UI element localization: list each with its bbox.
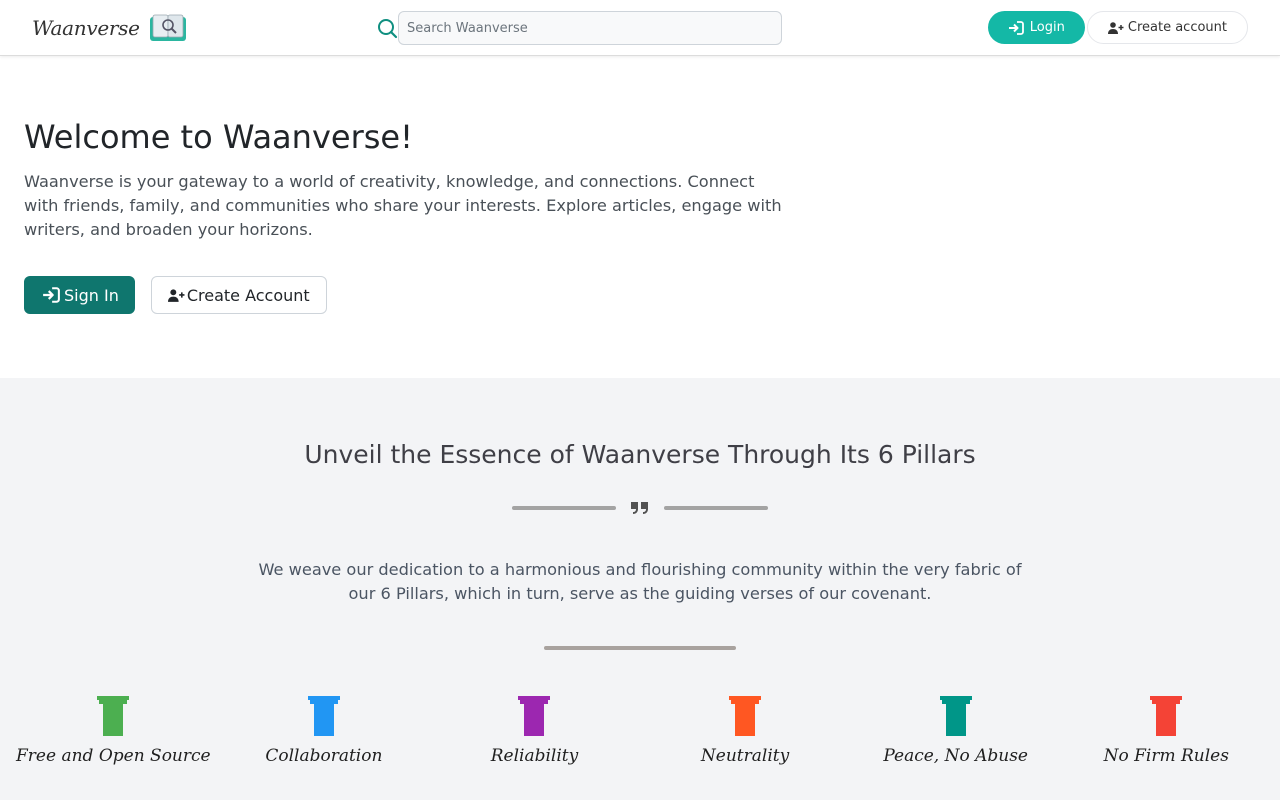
pillar-icon [939,696,972,736]
pillars-section: Unveil the Essence of Waanverse Through … [0,378,1280,800]
sign-in-icon [43,287,60,303]
top-navbar: Waanverse Login [0,0,1280,56]
hero-description: Waanverse is your gateway to a world of … [24,172,782,239]
pillar-label: Peace, No Abuse [883,746,1028,766]
create-account-button[interactable]: Create account [1086,11,1248,44]
sign-in-button[interactable]: Sign In [24,276,135,314]
pillar-icon [97,696,130,736]
pillar-icon [1150,696,1183,736]
quote-divider [512,500,768,516]
hero-actions: Sign In Create Account [24,276,327,314]
hero-section: Welcome to Waanverse! Waanverse is your … [24,118,784,242]
pillar-label: Free and Open Source [16,746,211,766]
pillars-description: We weave our dedication to a harmonious … [258,560,1022,603]
section-divider [544,646,736,650]
pillar-list: Free and Open Source Collaboration Relia… [8,696,1272,766]
create-account-hero-label: Create Account [186,285,310,305]
create-account-label: Create account [1127,20,1227,35]
login-button[interactable]: Login [987,11,1085,44]
book-magnifier-icon [149,14,186,41]
header-actions: Login Create account [987,11,1248,44]
site-logo[interactable]: Waanverse [32,12,188,44]
login-label: Login [1029,20,1065,35]
logo-text: Waanverse [32,16,140,40]
pillar-label: Neutrality [700,746,790,766]
pillar-item: Neutrality [640,696,851,766]
search-icon[interactable] [376,17,398,39]
sign-in-label: Sign In [64,285,119,305]
search-input[interactable] [398,11,782,45]
pillar-label: Collaboration [265,746,383,766]
divider-line [664,506,768,510]
pillar-item: Reliability [429,696,640,766]
pillar-item: Free and Open Source [8,696,219,766]
pillar-item: Collaboration [219,696,430,766]
pillar-item: No Firm Rules [1061,696,1272,766]
divider-line [512,506,616,510]
hero-title: Welcome to Waanverse! [24,118,413,156]
search-bar [376,11,782,45]
create-account-hero-button[interactable]: Create Account [150,276,327,314]
quote-icon [631,502,648,514]
pillar-item: Peace, No Abuse [850,696,1061,766]
user-plus-icon [167,288,185,302]
pillar-icon [307,696,340,736]
pillar-icon [729,696,762,736]
pillars-title: Unveil the Essence of Waanverse Through … [304,440,976,469]
pillar-icon [518,696,551,736]
sign-in-icon [1008,20,1024,35]
pillar-label: Reliability [490,746,579,766]
user-plus-icon [1107,21,1124,34]
pillar-label: No Firm Rules [1103,746,1229,766]
